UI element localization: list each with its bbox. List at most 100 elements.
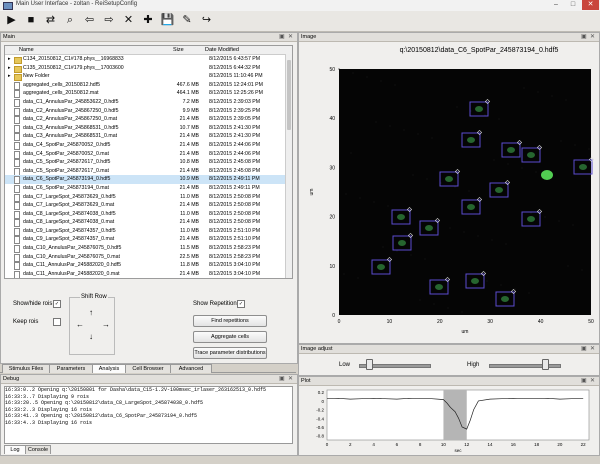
- file-row[interactable]: data_C6_SpotPar_245873194_0.hdf5 10.9 MB 8…: [5, 175, 292, 185]
- noise-dot: [537, 91, 539, 93]
- cell-blob: [527, 216, 535, 222]
- close-icon[interactable]: ✕: [288, 375, 293, 383]
- file-size: 11.5 MB: [180, 245, 199, 252]
- cell-blob: [398, 240, 406, 246]
- file-row[interactable]: data_C9_LargeSpot_245874357_0.mat 21.4 MB…: [5, 235, 292, 245]
- forward-arrow-icon[interactable]: ⇨: [102, 13, 117, 28]
- file-row[interactable]: data_C8_LargeSpot_245874038_0.hdf5 11.0 M…: [5, 210, 292, 219]
- float-icon[interactable]: ▣: [279, 375, 285, 383]
- keep-rois-checkbox[interactable]: [53, 318, 61, 326]
- file-row[interactable]: data_C11_AnnulusPar_245882020_0.mat 21.4 …: [5, 270, 292, 278]
- file-size: 21.4 MB: [179, 116, 199, 123]
- tab-advanced[interactable]: Advanced: [170, 364, 212, 373]
- file-row[interactable]: data_C3_AnnulusPar_245868531_0.hdf5 10.7 …: [5, 124, 292, 133]
- file-row[interactable]: data_C7_LargeSpot_245873629_0.mat 21.4 MB…: [5, 201, 292, 211]
- stop-icon[interactable]: ■: [24, 13, 39, 28]
- file-size: 11.0 MB: [180, 193, 199, 200]
- close-icon[interactable]: ✕: [590, 33, 595, 41]
- float-icon[interactable]: ▣: [581, 33, 587, 41]
- log-line: 16:33:4..3 Displaying 16 rois: [5, 419, 93, 426]
- arrow-down-button[interactable]: ↓: [89, 332, 93, 341]
- column-date[interactable]: Date Modified: [205, 47, 239, 53]
- refresh-icon[interactable]: ⇄: [43, 13, 58, 28]
- file-list: ▸ C134_20150812_C1#178.phys__16968833 8/12…: [5, 55, 292, 279]
- file-row[interactable]: aggregated_cells_20150812.mat 464.1 MB 8/1…: [5, 89, 292, 99]
- file-date: 8/12/2015 2:39:25 PM: [209, 107, 261, 114]
- file-row[interactable]: data_C6_SpotPar_245873194_0.mat 21.4 MB 8/…: [5, 184, 292, 193]
- file-row[interactable]: ▸ C134_20150812_C1#178.phys__16968833 8/12…: [5, 55, 292, 64]
- column-size[interactable]: Size: [173, 47, 184, 53]
- noise-dot: [523, 87, 525, 89]
- file-row[interactable]: data_C8_LargeSpot_245874038_0.mat 21.4 MB…: [5, 218, 292, 228]
- file-row[interactable]: data_C7_LargeSpot_245873629_0.hdf5 11.0 M…: [5, 193, 292, 202]
- file-row[interactable]: data_C9_LargeSpot_245874357_0.hdf5 11.0 M…: [5, 227, 292, 236]
- float-icon[interactable]: ▣: [581, 345, 587, 353]
- vertical-scrollbar[interactable]: [285, 54, 292, 278]
- file-row[interactable]: data_C12_AnnulusPar_245882307_0.hdf5 12.5…: [5, 278, 292, 279]
- file-row[interactable]: data_C4_SpotPar_245870052_0.hdf5 21.4 MB 8…: [5, 141, 292, 150]
- arrow-up-button[interactable]: ↑: [89, 308, 93, 317]
- add-icon[interactable]: ✚: [141, 13, 156, 28]
- file-name: data_C3_AnnulusPar_245868531_0.mat: [23, 133, 118, 140]
- image-canvas[interactable]: [339, 69, 591, 315]
- expand-arrow-icon[interactable]: ▸: [8, 55, 11, 64]
- y-axis-label: um: [309, 189, 315, 196]
- noise-dot: [350, 152, 352, 154]
- show-repetitions-checkbox[interactable]: ✓: [237, 300, 245, 308]
- file-row[interactable]: data_C1_AnnulusPar_245853622_0.hdf5 7.2 M…: [5, 98, 292, 107]
- exit-icon[interactable]: ↪: [199, 13, 214, 28]
- show-hide-rois-checkbox[interactable]: ✓: [53, 300, 61, 308]
- file-date: 8/12/2015 2:45:08 PM: [209, 159, 261, 166]
- close-icon[interactable]: ✕: [288, 33, 293, 41]
- maximize-button[interactable]: □: [565, 0, 581, 10]
- trace-plot[interactable]: 0.20-0.2-0.4-0.6-0.80 2 4 6 8 10 12 14 16 18 20 22s…: [299, 386, 599, 455]
- brush-icon[interactable]: ✎: [180, 13, 195, 28]
- file-row[interactable]: data_C5_SpotPar_245872617_0.hdf5 10.8 MB 8…: [5, 158, 292, 168]
- low-slider-handle[interactable]: [366, 359, 374, 370]
- minimize-button[interactable]: –: [548, 0, 564, 10]
- file-row[interactable]: data_C3_AnnulusPar_245868531_0.mat 21.4 M…: [5, 132, 292, 142]
- trace-parameter-button[interactable]: Trace parameter distributions: [193, 347, 267, 359]
- close-x-icon[interactable]: ✕: [121, 13, 136, 28]
- expand-arrow-icon[interactable]: ▸: [8, 64, 11, 73]
- find-repetitions-button[interactable]: Find repetitions: [193, 315, 267, 327]
- file-row[interactable]: data_C2_AnnulusPar_245867250_0.mat 21.4 M…: [5, 115, 292, 125]
- tab-analysis[interactable]: Analysis: [92, 364, 126, 373]
- file-row[interactable]: data_C10_AnnulusPar_245876075_0.mat 22.5 …: [5, 253, 292, 262]
- cell-blob: [495, 187, 503, 193]
- expand-arrow-icon[interactable]: ▸: [8, 72, 11, 81]
- scrollbar-thumb[interactable]: [287, 60, 291, 130]
- close-window-button[interactable]: ✕: [582, 0, 599, 10]
- file-row[interactable]: data_C5_SpotPar_245872617_0.mat 21.4 MB 8/…: [5, 167, 292, 176]
- save-icon[interactable]: 💾: [160, 13, 175, 28]
- tab-parameters[interactable]: Parameters: [49, 364, 93, 373]
- tab-console[interactable]: Console: [25, 445, 51, 454]
- file-row[interactable]: ▸ New Folder 8/12/2015 11:10:46 PM: [5, 72, 292, 82]
- tab-log[interactable]: Log: [4, 445, 26, 454]
- back-arrow-icon[interactable]: ⇦: [82, 13, 97, 28]
- high-slider-handle[interactable]: [541, 359, 549, 370]
- file-row[interactable]: data_C2_AnnulusPar_245867250_0.hdf5 9.9 M…: [5, 107, 292, 116]
- play-icon[interactable]: ▶: [4, 13, 19, 28]
- float-icon[interactable]: ▣: [581, 377, 587, 385]
- arrow-right-button[interactable]: →: [102, 320, 110, 329]
- file-row[interactable]: data_C4_SpotPar_245870052_0.mat 21.4 MB 8/…: [5, 150, 292, 159]
- high-slider[interactable]: [489, 364, 561, 368]
- float-icon[interactable]: ▣: [279, 33, 285, 41]
- close-icon[interactable]: ✕: [590, 377, 595, 385]
- file-row[interactable]: data_C10_AnnulusPar_245876075_0.hdf5 11.5…: [5, 244, 292, 254]
- aggregate-cells-button[interactable]: Aggregate cells: [193, 331, 267, 343]
- tab-cell-browser[interactable]: Cell Browser: [125, 364, 171, 373]
- column-name[interactable]: Name: [19, 47, 34, 53]
- tab-stimulus-files[interactable]: Stimulus Files: [2, 364, 50, 373]
- log-output[interactable]: 16:33:0..2 Opening q:\20150801 for Dasha…: [4, 386, 293, 444]
- file-row[interactable]: ▸ C135_20150812_C1#179.phys__17003600 8/12…: [5, 64, 292, 73]
- zoom-icon[interactable]: ⌕: [63, 13, 78, 28]
- file-row[interactable]: data_C11_AnnulusPar_245882020_0.hdf5 11.8…: [5, 261, 292, 271]
- arrow-left-button[interactable]: ←: [76, 320, 84, 329]
- plot-panel-title: Plot ▣ ✕: [299, 377, 599, 386]
- close-icon[interactable]: ✕: [590, 345, 595, 353]
- image-view[interactable]: 50 40 30 20 10 00 10 20 30 40 50 um um: [299, 55, 599, 343]
- file-date: 8/12/2015 2:45:08 PM: [209, 167, 261, 174]
- file-row[interactable]: aggregated_cells_20150812.hdf5 467.6 MB 8/…: [5, 81, 292, 90]
